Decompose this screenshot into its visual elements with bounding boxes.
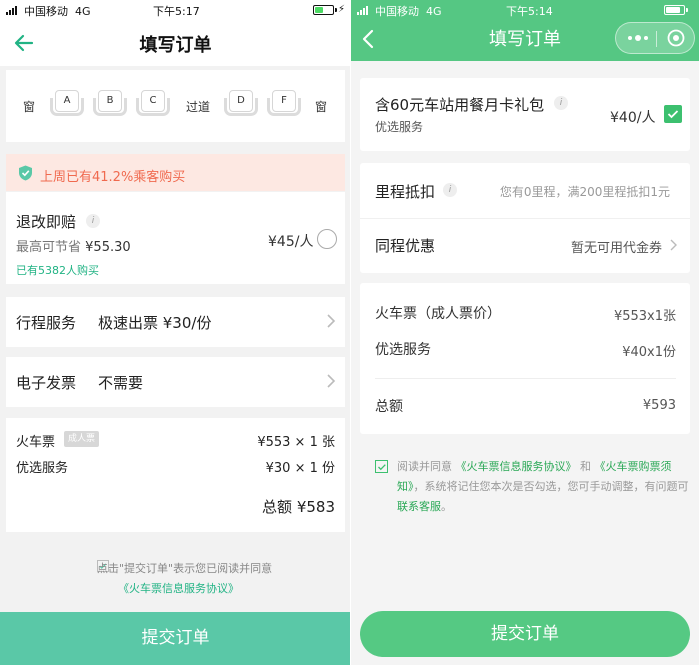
refund-insurance-card[interactable]: 退改即赔 i 最高可节省 ¥55.30 已有5382人购买 ¥45/人 [6, 192, 345, 284]
agreement-text: 阅读并同意 《火车票信息服务协议》 和 《火车票购票须知》，系统将记住您本次是否… [397, 460, 689, 513]
total-amount: 总额 ¥583 [262, 498, 335, 516]
total-label: 总额 [375, 399, 403, 415]
seat-map: 窗 A B C 过道 D F 窗 [6, 70, 345, 142]
coupon-value: 暂无可用代金券 [570, 241, 662, 256]
agreement-text: 点击"提交订单"表示您已阅读并同意 [97, 562, 273, 575]
charging-icon: ⚡ [338, 4, 346, 15]
status-bar: 中国移动 4G 下午5:17 ⚡ [0, 0, 351, 20]
itinerary-label: 行程服务 [16, 314, 77, 332]
checkbox-checked-icon[interactable] [664, 105, 682, 123]
carrier-network: 中国移动 4G [375, 5, 442, 18]
info-icon[interactable]: i [554, 96, 568, 110]
radio-icon[interactable] [317, 229, 337, 249]
nav-header: 填写订单 [0, 20, 351, 66]
status-bar: 中国移动 4G 下午5:14 [351, 0, 699, 20]
window-label-right: 窗 [315, 100, 328, 114]
seat-c[interactable]: C [136, 88, 170, 118]
ticket-label: 火车票（成人票价） [375, 306, 501, 322]
coupon-row[interactable]: 同程优惠 [375, 235, 435, 256]
refund-savings: 最高可节省 ¥55.30 [16, 240, 131, 255]
signal-icon [6, 6, 20, 15]
seat-b[interactable]: B [93, 88, 127, 118]
meal-subtitle: 优选服务 [375, 120, 424, 134]
price-summary: 火车票 成人票 ¥553 × 1 张 优选服务 ¥30 × 1 份 总额 ¥58… [6, 418, 345, 532]
service-price: ¥40x1份 [622, 345, 676, 360]
seat-f[interactable]: F [267, 88, 301, 118]
service-agreement-link[interactable]: 《火车票信息服务协议》 [456, 460, 577, 473]
refund-buyers: 已有5382人购买 [16, 264, 99, 277]
chevron-right-icon[interactable] [670, 239, 677, 251]
service-label: 优选服务 [375, 342, 431, 358]
service-label: 优选服务 [16, 461, 69, 476]
meal-price: ¥40/人 [610, 110, 656, 126]
status-time: 下午5:14 [506, 5, 553, 18]
ticket-price: ¥553 × 1 张 [257, 435, 335, 450]
mileage-label: 里程抵扣 [375, 183, 436, 201]
right-screen: 中国移动 4G 下午5:14 填写订单 含60元车站用餐月卡礼包 i 优选服务 … [351, 0, 699, 665]
invoice-row[interactable]: 电子发票 不需要 [6, 357, 345, 407]
status-time: 下午5:17 [153, 5, 200, 18]
battery-icon [313, 5, 337, 15]
agreement-checkbox[interactable] [375, 460, 388, 473]
ticket-price: ¥553x1张 [613, 309, 676, 324]
meal-package-card[interactable]: 含60元车站用餐月卡礼包 i 优选服务 ¥40/人 [360, 78, 690, 151]
service-agreement-link[interactable]: 《火车票信息服务协议》 [118, 580, 239, 596]
aisle-label: 过道 [186, 100, 211, 114]
left-screen: 中国移动 4G 下午5:17 ⚡ 填写订单 窗 A B C 过道 D F 窗 上… [0, 0, 351, 665]
banner-text: 上周已有41.2%乘客购买 [40, 170, 186, 185]
window-label: 窗 [23, 100, 36, 114]
more-dots-icon[interactable] [626, 29, 650, 47]
nav-header: 中国移动 4G 下午5:14 填写订单 [351, 0, 699, 61]
seat-a[interactable]: A [50, 88, 84, 118]
ticket-label: 火车票 [16, 435, 56, 450]
submit-order-button[interactable]: 提交订单 [360, 611, 690, 657]
contact-support-link[interactable]: 联系客服 [397, 500, 441, 513]
ticket-type-badge: 成人票 [64, 431, 100, 447]
info-icon[interactable]: i [443, 183, 457, 197]
discount-card: 里程抵扣 i 您有0里程，满200里程抵扣1元 同程优惠 暂无可用代金券 [360, 163, 690, 273]
itinerary-service-row[interactable]: 行程服务 极速出票 ¥30/份 [6, 297, 345, 347]
refund-title: 退改即赔 [16, 213, 77, 231]
purchase-banner: 上周已有41.2%乘客购买 [6, 154, 345, 191]
invoice-value: 不需要 [98, 374, 144, 392]
info-icon[interactable]: i [86, 214, 100, 228]
service-price: ¥30 × 1 份 [265, 461, 335, 476]
total-value: ¥593 [642, 398, 676, 413]
invoice-label: 电子发票 [16, 374, 77, 392]
refund-price: ¥45/人 [268, 234, 314, 250]
meal-title: 含60元车站用餐月卡礼包 [375, 96, 545, 114]
close-target-icon[interactable] [666, 28, 686, 48]
mileage-value: 您有0里程，满200里程抵扣1元 [499, 185, 670, 199]
mini-program-capsule [615, 22, 695, 54]
chevron-right-icon [327, 314, 336, 328]
chevron-right-icon [327, 374, 336, 388]
price-summary: 火车票（成人票价） ¥553x1张 优选服务 ¥40x1份 总额 ¥593 [360, 283, 690, 434]
itinerary-value: 极速出票 ¥30/份 [98, 314, 212, 332]
carrier-network: 中国移动 4G [24, 5, 91, 18]
seat-d[interactable]: D [224, 88, 258, 118]
page-title: 填写订单 [139, 35, 212, 56]
signal-icon [357, 6, 371, 15]
shield-check-icon [19, 165, 32, 181]
submit-order-button[interactable]: 提交订单 [0, 612, 351, 665]
battery-icon [664, 5, 688, 15]
